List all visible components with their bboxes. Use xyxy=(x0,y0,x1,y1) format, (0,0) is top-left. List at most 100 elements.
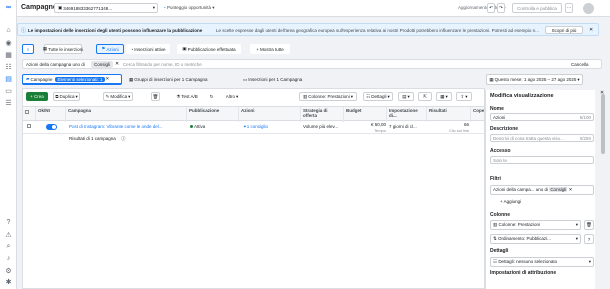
info-icon: ⓘ xyxy=(21,28,27,34)
notifications-icon[interactable]: ⚠ xyxy=(4,230,13,239)
edit-view-panel: Modifica visualizzazione Nome Azioni 6/10… xyxy=(485,90,595,289)
col-delivery[interactable]: Pubblicazione xyxy=(187,107,239,122)
close-panel-icon[interactable]: ✕ xyxy=(600,90,604,96)
ad-icon: ▭ xyxy=(243,76,248,82)
ad-account-selector[interactable]: ▣ 346918833362771348... ▾ xyxy=(54,3,158,13)
campaign-name-link[interactable]: Post di Instagram: Vibrante come le onde… xyxy=(69,124,185,129)
close-icon[interactable]: ✕ xyxy=(589,27,593,33)
refresh-icon[interactable]: ↻ xyxy=(207,92,216,101)
tab-actions[interactable]: ⚑ Azioni xyxy=(96,44,124,54)
learn-more-button[interactable]: Scopri di più xyxy=(545,26,583,34)
info-icon: ⓘ xyxy=(121,136,126,141)
table-header: Ok/Nt Campagna Pubblicazione Azioni Stra… xyxy=(23,106,484,122)
col-bid-strategy[interactable]: Strategia di offerta xyxy=(301,107,344,122)
settings-icon[interactable]: ⚙ xyxy=(4,266,13,275)
col-results[interactable]: Risultati xyxy=(427,107,471,122)
avatar[interactable] xyxy=(583,3,594,14)
breakdown-dropdown[interactable]: ☷ Dettagli ▾ xyxy=(363,92,393,101)
bug-icon[interactable]: ✱ xyxy=(4,277,13,286)
filter-chip-label: Azioni della campagna uno di xyxy=(26,62,85,67)
reports-icon[interactable]: ▤ xyxy=(4,74,13,83)
sort-help-button[interactable]: ? xyxy=(584,234,594,244)
col-campaign[interactable]: Campagna xyxy=(66,107,187,122)
sort-select[interactable]: ⇅ Ordinamento: Pubblicazi... ▾ xyxy=(490,234,581,244)
help-icon[interactable]: ? xyxy=(4,218,13,227)
undo-button[interactable]: ↶ xyxy=(487,3,495,13)
export-button[interactable]: ⇱ xyxy=(418,92,432,101)
remove-filter-icon[interactable]: ✕ xyxy=(115,61,119,67)
left-nav-rail: ∞ ⌂ ◉ ▦ ☷ ▤ ▭ ☰ ? ⚠ ⌕ ♪ ⚙ ✱ xyxy=(0,0,17,289)
date-range-picker[interactable]: ▦ Questo mese: 1 ago 2025 – 27 ago 2025 ▾ xyxy=(486,74,583,85)
view-setup-button[interactable]: ▦ ▾ xyxy=(436,92,452,101)
calendar-icon: ▦ xyxy=(489,76,494,82)
select-all-checkbox[interactable] xyxy=(23,107,36,122)
add-filter-button[interactable]: + Aggiungi xyxy=(500,199,521,204)
create-button[interactable]: + Crea xyxy=(26,92,48,101)
meta-logo-icon[interactable]: ∞ xyxy=(4,3,13,12)
budget-value[interactable]: € 50,00 xyxy=(364,122,386,127)
tab-all-ads[interactable]: ▦ Tutte le inserzioni xyxy=(43,44,83,54)
audiences-icon[interactable]: ☷ xyxy=(4,62,13,71)
description-input[interactable]: Descrivi di cosa tratta questa visu... 0/… xyxy=(490,134,594,142)
delete-button[interactable]: 🗑 xyxy=(151,92,160,101)
filter-chip[interactable]: Azioni della campa... uno di Consigli ✕ xyxy=(490,185,594,195)
close-icon[interactable]: ✕ xyxy=(106,76,110,82)
tab-delivered[interactable]: ▣ Pubblicazione effettuata xyxy=(177,44,241,54)
columns-select[interactable]: ▥ Colonne: Prestazioni ▾ xyxy=(490,220,581,230)
tab-show-all[interactable]: + Mostra tutte xyxy=(250,44,290,54)
details-select[interactable]: ☷ Dettagli: nessuno selezionato ▾ xyxy=(490,257,594,267)
redo-button[interactable]: ↷ xyxy=(497,3,505,13)
col-reach[interactable]: Copertura xyxy=(471,107,484,122)
duplicate-button[interactable]: ⧉ Duplica ▾ xyxy=(53,92,80,101)
access-label: Accesso xyxy=(490,148,511,154)
col-toggle[interactable]: Ok/Nt xyxy=(36,107,66,122)
columns-delete-button[interactable]: 🗑 xyxy=(584,220,594,230)
account-icon[interactable]: ◉ xyxy=(4,38,13,47)
close-icon[interactable]: ✕ xyxy=(569,187,573,192)
edit-button[interactable]: ✎ Modifica ▾ xyxy=(103,92,133,101)
review-publish-button[interactable]: Controlla e pubblica xyxy=(512,3,562,13)
summary-label: Risultati di 1 campagna xyxy=(69,136,116,141)
more-dropdown[interactable]: Altro ▾ xyxy=(221,92,243,101)
bell-icon[interactable]: ♪ xyxy=(4,254,13,263)
ab-test-button[interactable]: ⚗ Test A/B xyxy=(173,92,201,101)
tab-ads[interactable]: ▭ Inserzioni per 1 Campagna xyxy=(240,74,330,85)
tab-campaigns[interactable]: ▰ Campagne Elementi selezionati: 1 ✕ xyxy=(22,74,122,85)
view-name-input[interactable]: Azioni 6/100 xyxy=(490,113,594,121)
columns-icon: ▥ xyxy=(302,93,308,99)
name-char-count: 6/100 xyxy=(579,115,591,120)
chart-button[interactable]: ▤ ▾ xyxy=(398,92,414,101)
billing-icon[interactable]: ▭ xyxy=(4,86,13,95)
col-budget[interactable]: Budget xyxy=(344,107,387,122)
attribution-label: Impostazioni di attribuzione xyxy=(490,270,557,276)
tab-adsets[interactable]: ▦ Gruppi di inserzioni per 1 Campagna xyxy=(126,74,236,85)
campaigns-icon[interactable]: ▦ xyxy=(4,50,13,59)
home-icon[interactable]: ⌂ xyxy=(4,26,13,35)
tab-active-ads[interactable]: ◔ Inserzioni attive xyxy=(126,44,170,54)
details-label: Dettagli xyxy=(490,248,509,254)
table-row[interactable]: Post di Instagram: Vibrante come le onde… xyxy=(23,121,484,134)
opportunity-score[interactable]: ◔ Punteggio opportunità ▾ xyxy=(163,5,215,11)
row-checkbox[interactable] xyxy=(27,124,31,128)
columns-icon: ▥ xyxy=(493,222,498,227)
share-icon: ⇪ xyxy=(460,93,465,99)
chevron-down-icon: ▾ xyxy=(75,93,78,99)
layout-icon: ▦ xyxy=(440,93,445,99)
share-button[interactable]: ⇪ ▾ xyxy=(456,92,472,101)
filter-chip-value[interactable]: Consigli xyxy=(91,61,113,68)
recommendation-link[interactable]: ✦1 consiglio xyxy=(243,124,268,130)
search-toggle-button[interactable]: ⌕ xyxy=(22,44,34,54)
search-icon[interactable]: ⌕ xyxy=(4,242,13,251)
columns-dropdown[interactable]: ▥ Colonne: Prestazioni ▾ xyxy=(299,92,357,101)
name-label: Nome xyxy=(490,106,504,112)
more-options-button[interactable]: ⋯ xyxy=(565,3,573,13)
col-attribution[interactable]: Impostazione di... xyxy=(387,107,427,122)
access-select[interactable]: Solo te xyxy=(490,156,594,164)
col-actions[interactable]: Azioni xyxy=(239,107,301,122)
panel-scrollbar[interactable] xyxy=(600,90,606,289)
sort-icon: ⇅ xyxy=(493,236,497,241)
menu-icon[interactable]: ☰ xyxy=(4,98,13,107)
clear-filters-link[interactable]: Cancella xyxy=(571,62,589,67)
campaign-toggle[interactable] xyxy=(46,124,57,130)
search-input[interactable]: Cerca filtrando per nome, ID o metriche xyxy=(123,62,202,67)
